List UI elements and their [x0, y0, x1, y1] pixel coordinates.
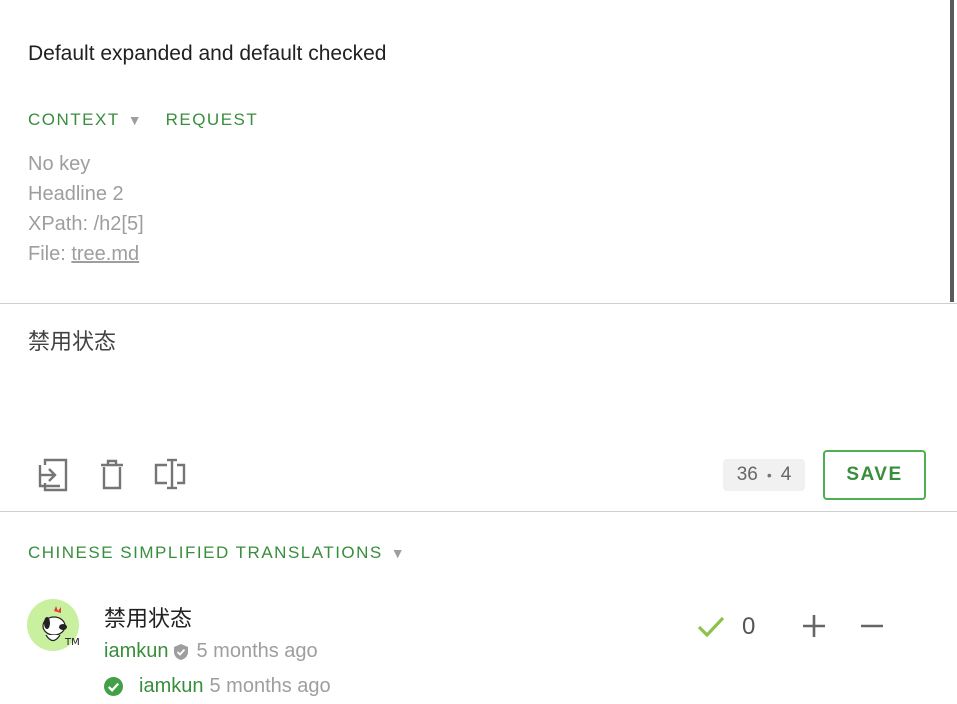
approval-meta: iamkun 5 months ago	[104, 675, 331, 698]
context-details: No key Headline 2 XPath: /h2[5] File: tr…	[28, 149, 144, 269]
upvote-icon[interactable]	[800, 612, 828, 640]
context-tabs: CONTEXT ▼ REQUEST	[28, 110, 258, 130]
delete-icon[interactable]	[94, 456, 130, 492]
insert-placeholder-icon[interactable]	[153, 456, 189, 492]
shield-check-icon	[174, 643, 189, 660]
suggestion-author[interactable]: iamkun	[104, 640, 168, 663]
counter-separator: •	[766, 467, 772, 483]
suggestion-text: 禁用状态	[104, 606, 193, 631]
svg-text:TM: TM	[64, 637, 79, 648]
counter-words: 4	[780, 464, 792, 485]
translation-editor[interactable]: 禁用状态	[28, 324, 116, 356]
suggestion-time: 5 months ago	[196, 640, 318, 662]
context-headline: Headline 2	[28, 183, 124, 205]
counter-characters: 36	[736, 464, 758, 485]
copy-source-icon[interactable]	[36, 456, 72, 492]
avatar[interactable]: TM	[27, 599, 80, 651]
context-file-link[interactable]: tree.md	[71, 243, 139, 265]
divider	[0, 303, 957, 304]
approved-time: 5 months ago	[209, 675, 331, 697]
tab-request[interactable]: REQUEST	[166, 110, 259, 130]
downvote-icon[interactable]	[858, 612, 886, 640]
translations-section-title[interactable]: CHINESE SIMPLIFIED TRANSLATIONS ▼	[28, 543, 406, 563]
context-key: No key	[28, 153, 91, 175]
approver-name[interactable]: iamkun	[139, 675, 203, 698]
save-button[interactable]: SAVE	[823, 450, 926, 500]
source-string: Default expanded and default checked	[28, 42, 387, 65]
chevron-down-icon[interactable]: ▼	[128, 112, 142, 128]
character-counter: 36 • 4	[723, 459, 805, 491]
context-file: File: tree.md	[28, 239, 144, 269]
tab-context[interactable]: CONTEXT	[28, 110, 120, 130]
scrollbar[interactable]	[950, 0, 954, 302]
divider	[0, 511, 957, 512]
suggestion-meta: iamkun 5 months ago	[104, 640, 318, 663]
approved-check-icon	[104, 677, 123, 696]
vote-count: 0	[742, 613, 756, 640]
approved-check-icon[interactable]	[696, 612, 726, 642]
section-title-label: CHINESE SIMPLIFIED TRANSLATIONS	[28, 543, 383, 562]
context-xpath: XPath: /h2[5]	[28, 213, 144, 235]
context-file-label: File:	[28, 243, 72, 265]
chevron-down-icon[interactable]: ▼	[391, 545, 406, 561]
